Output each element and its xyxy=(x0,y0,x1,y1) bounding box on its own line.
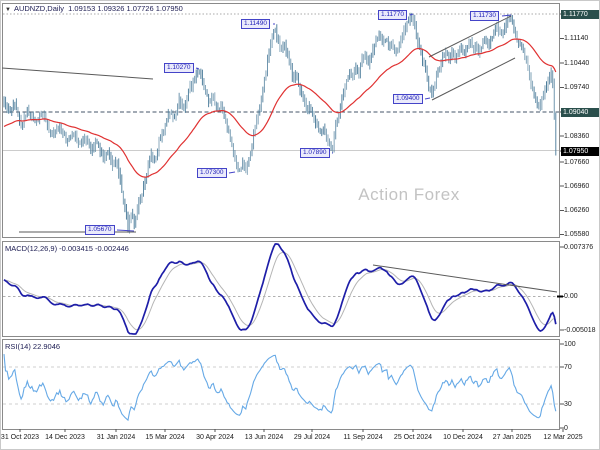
x-axis-date-label: 27 Jan 2025 xyxy=(492,434,532,441)
symbol-timeframe: AUDNZD,Daily xyxy=(13,4,64,13)
price-pivot-label[interactable]: 1.09400 xyxy=(393,94,423,104)
price-axis-label: 1.05580 xyxy=(564,231,590,238)
rsi-axis-label: 30 xyxy=(564,400,572,408)
price-pivot-label[interactable]: 1.07890 xyxy=(300,148,330,158)
price-pivot-label[interactable]: 1.07300 xyxy=(197,168,227,178)
price-axis-label: 1.11140 xyxy=(564,35,589,42)
price-axis-label: 1.09040 xyxy=(561,107,599,117)
x-axis-date-label: 25 Oct 2024 xyxy=(393,434,433,441)
x-axis-date-label: 14 Dec 2023 xyxy=(45,434,85,441)
x-axis-date-label: 12 Mar 2025 xyxy=(543,434,583,441)
price-pivot-label[interactable]: 1.11490 xyxy=(241,19,271,29)
price-axis-label: 1.06260 xyxy=(564,207,590,214)
price-pivot-label[interactable]: 1.11730 xyxy=(470,11,500,21)
rsi-indicator-label: RSI(14) 22.9046 xyxy=(5,342,61,351)
collapse-icon[interactable]: ▼ xyxy=(5,7,11,13)
macd-indicator-label: MACD(12,26,9) -0.003415 -0.002446 xyxy=(5,244,129,253)
price-axis-label: 1.09740 xyxy=(564,84,590,91)
price-pivot-label[interactable]: 1.05670 xyxy=(85,225,115,235)
chart-title: ▼ AUDNZD,Daily 1.09153 1.09326 1.07726 1.… xyxy=(5,4,183,15)
rsi-axis-label: 70 xyxy=(564,363,572,371)
ohlc-values: 1.09153 1.09326 1.07726 1.07950 xyxy=(68,4,183,13)
price-axis-label: 1.08360 xyxy=(564,132,590,140)
rsi-panel[interactable] xyxy=(2,339,560,430)
macd-axis-label: 0.00 xyxy=(564,293,578,300)
x-axis-date-label: 30 Apr 2024 xyxy=(196,434,234,441)
price-axis-label: 1.06960 xyxy=(564,182,590,190)
price-axis-label: 1.07950 xyxy=(561,146,599,156)
rsi-axis-label: 100 xyxy=(564,340,576,348)
price-axis-label: 1.11770 xyxy=(561,9,599,19)
price-axis-label: 1.07660 xyxy=(564,158,590,166)
x-axis-date-label: 15 Mar 2024 xyxy=(145,434,185,441)
price-pivot-label[interactable]: 1.10270 xyxy=(164,63,194,73)
chart-window: Action Forex ▼ AUDNZD,Daily 1.09153 1.093… xyxy=(0,0,600,450)
macd-axis-label: 0.007376 xyxy=(564,243,594,251)
macd-panel[interactable] xyxy=(2,241,560,337)
rsi-axis-label: 0 xyxy=(564,424,568,432)
x-axis-date-label: 31 Jan 2024 xyxy=(96,434,136,441)
watermark: Action Forex xyxy=(358,185,460,204)
x-axis-date-label: 10 Dec 2024 xyxy=(443,434,483,441)
x-axis-date-label: 11 Sep 2024 xyxy=(343,434,383,441)
x-axis-date-label: 31 Oct 2023 xyxy=(0,434,40,441)
price-pivot-label[interactable]: 1.11770 xyxy=(378,10,408,20)
price-axis-label: 1.10440 xyxy=(564,59,590,67)
x-axis-date-label: 29 Jul 2024 xyxy=(293,434,331,441)
macd-axis-label: -0.005018 xyxy=(564,326,596,334)
x-axis-date-label: 13 Jun 2024 xyxy=(244,434,284,441)
